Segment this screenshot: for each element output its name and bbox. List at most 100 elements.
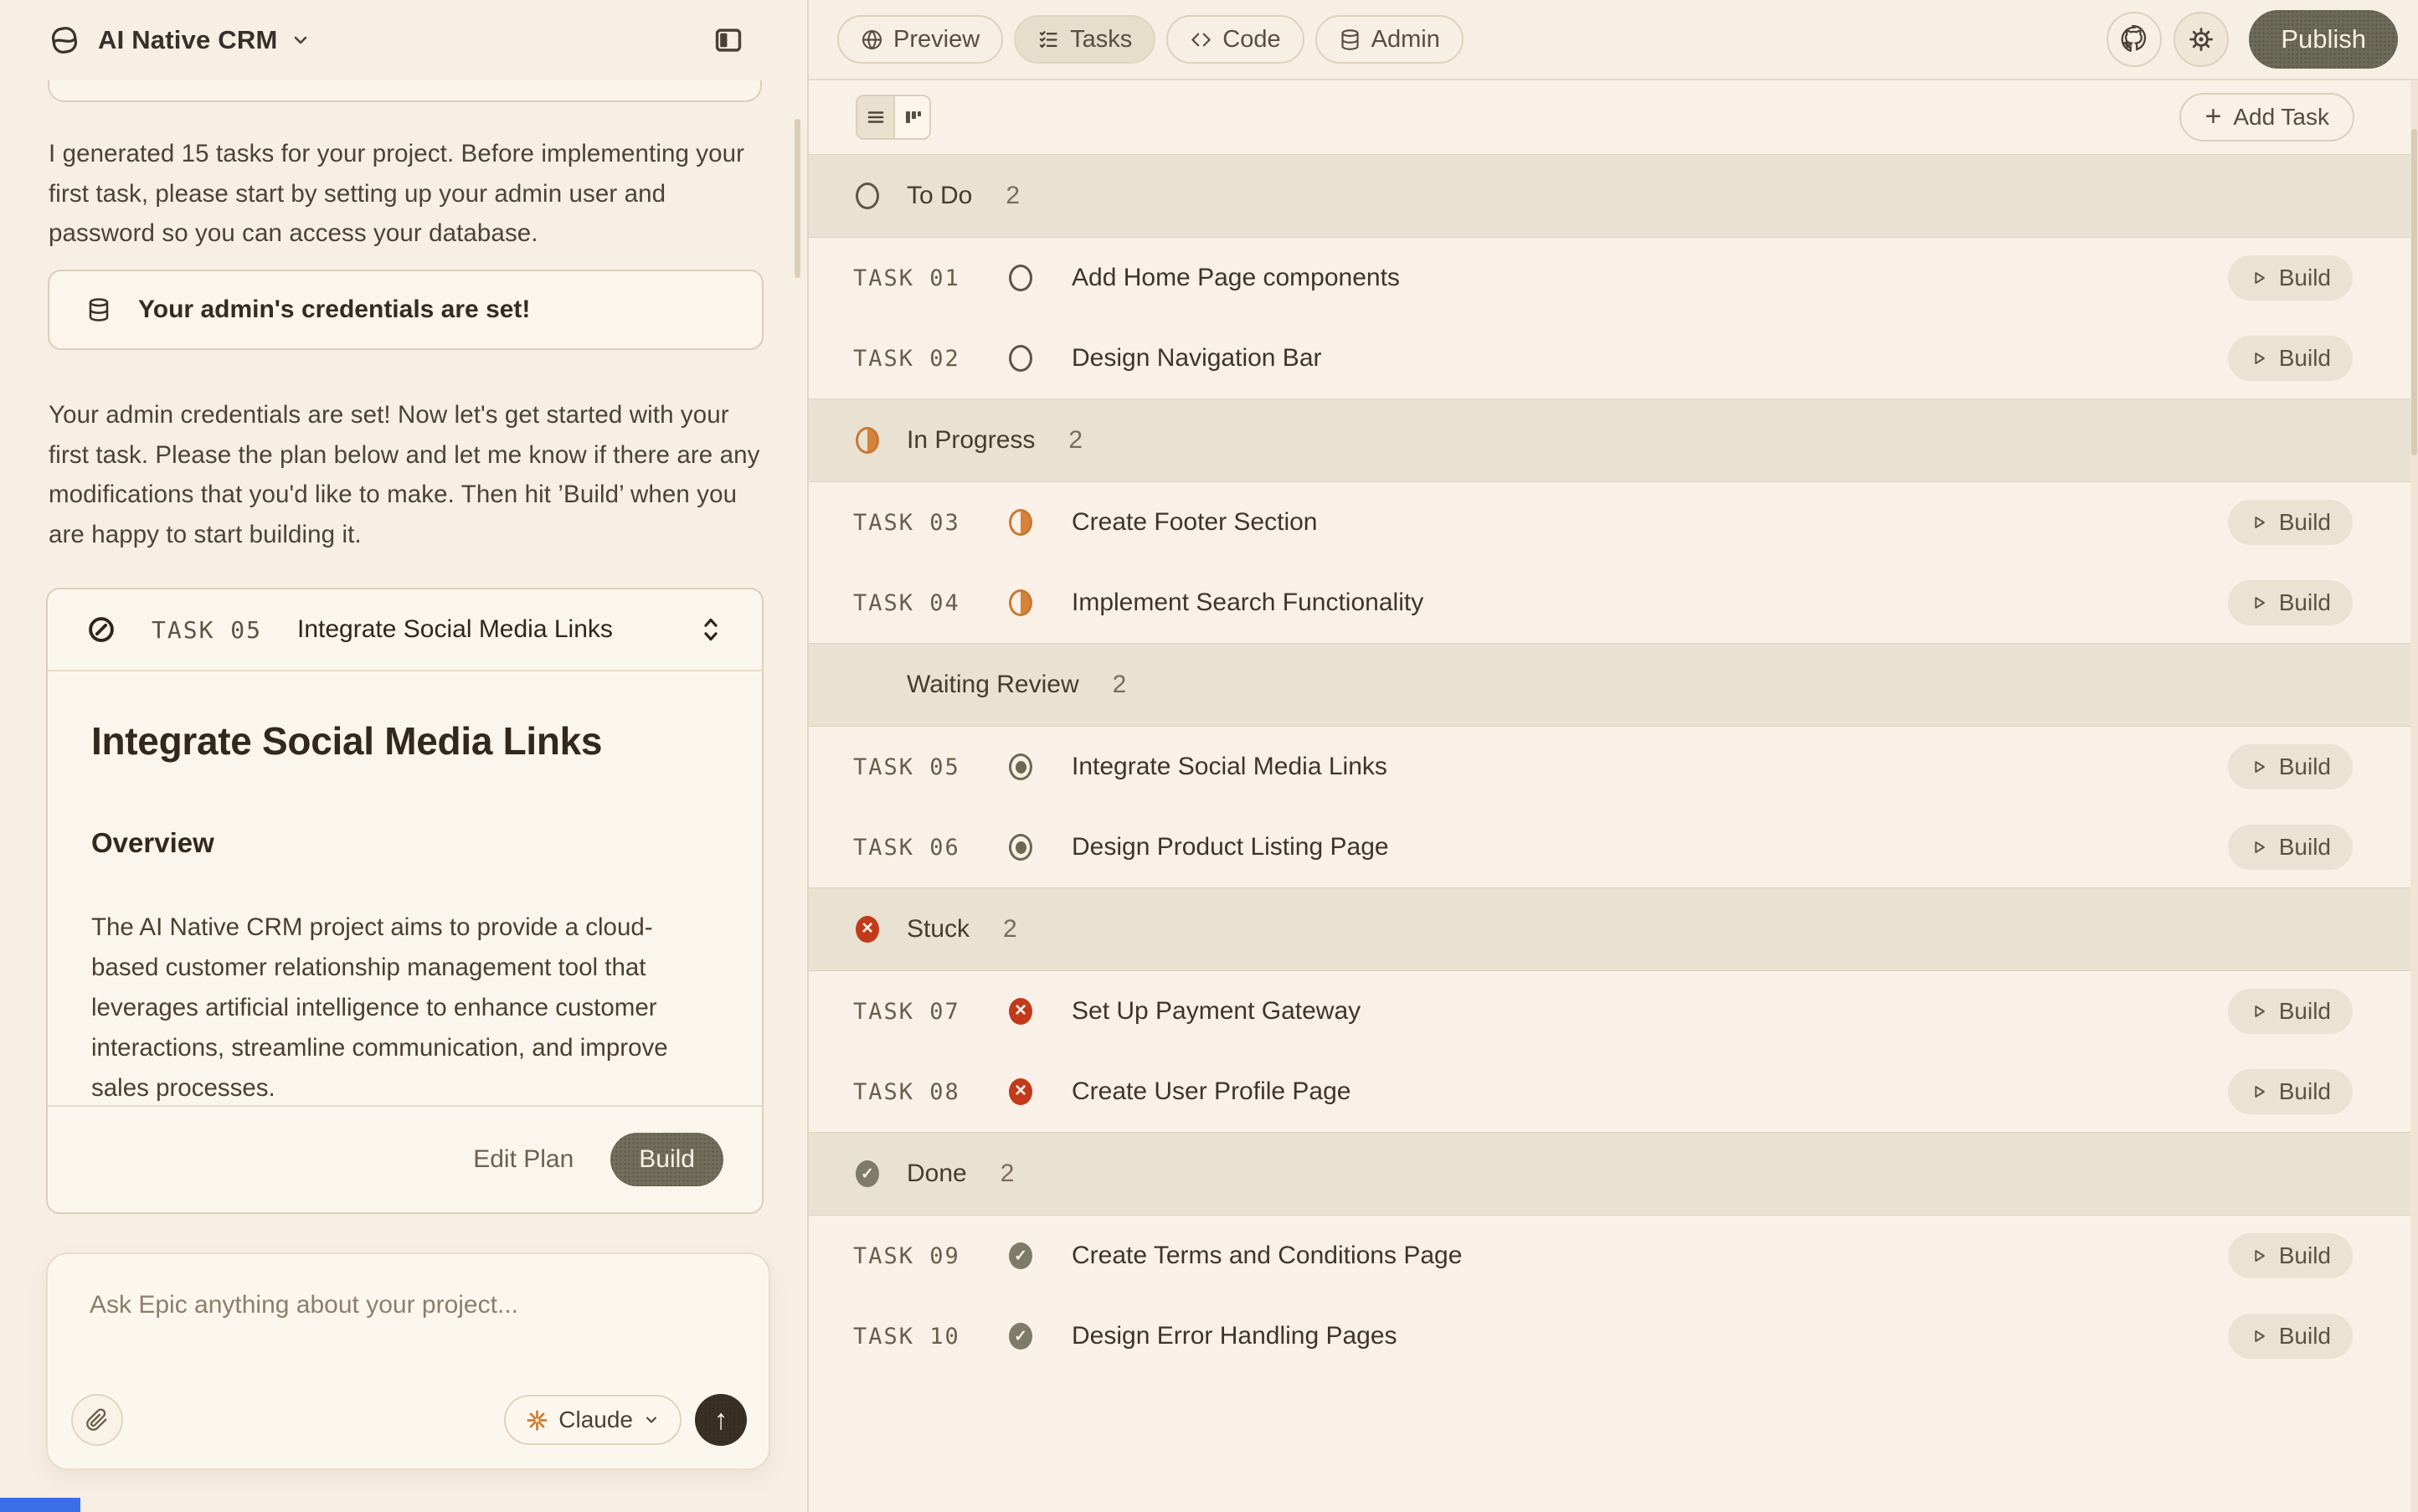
credentials-banner-text: Your admin's credentials are set! — [138, 296, 530, 324]
section-header[interactable]: Done 2 — [809, 1132, 2418, 1216]
collapse-sidebar-button[interactable] — [708, 20, 749, 60]
task-row[interactable]: TASK 04 Implement Search Functionality B… — [809, 563, 2418, 643]
play-icon — [2250, 758, 2268, 776]
section-header[interactable]: Waiting Review 2 — [809, 643, 2418, 727]
chat-input-box[interactable]: Ask Epic anything about your project... — [46, 1252, 770, 1470]
task-id: TASK 07 — [853, 999, 1009, 1025]
task-build-button[interactable]: Build — [2228, 255, 2353, 301]
task-row[interactable]: TASK 10 Design Error Handling Pages Buil… — [809, 1296, 2418, 1376]
publish-button[interactable]: Publish — [2249, 10, 2398, 69]
settings-button[interactable] — [2174, 12, 2229, 67]
tab-admin[interactable]: Admin — [1315, 15, 1464, 64]
code-icon — [1190, 28, 1212, 51]
task-build-button[interactable]: Build — [2228, 580, 2353, 625]
task-status-icon — [1009, 345, 1032, 372]
task-build-button[interactable]: Build — [2228, 1069, 2353, 1114]
build-plan-button[interactable]: Build — [610, 1133, 723, 1186]
tab-label: Admin — [1371, 26, 1440, 54]
task-build-button[interactable]: Build — [2228, 500, 2353, 545]
task-id: TASK 09 — [853, 1243, 1009, 1269]
play-icon — [2250, 1247, 2268, 1265]
top-navigation-bar: Preview Tasks — [809, 0, 2418, 80]
task-row[interactable]: TASK 03 Create Footer Section Build — [809, 482, 2418, 563]
kanban-view-button[interactable] — [893, 96, 929, 138]
claude-starburst-icon — [526, 1409, 548, 1432]
tab-code[interactable]: Code — [1166, 15, 1304, 64]
model-selector[interactable]: Claude — [504, 1395, 682, 1445]
left-panel-scrollbar[interactable] — [795, 119, 800, 278]
task-status-icon — [1009, 753, 1032, 780]
list-view-icon — [866, 107, 886, 127]
plan-task-title: Integrate Social Media Links — [297, 615, 613, 644]
section-header[interactable]: To Do 2 — [809, 154, 2418, 238]
task-status-icon — [1009, 1078, 1032, 1105]
plan-task-id: TASK 05 — [152, 616, 262, 644]
database-icon — [1339, 28, 1361, 51]
section-label: Stuck — [907, 915, 970, 944]
section-header[interactable]: Stuck 2 — [809, 887, 2418, 971]
section-count: 2 — [1006, 182, 1020, 210]
section-status-icon — [856, 183, 879, 209]
section-count: 2 — [1113, 671, 1127, 699]
task-build-button[interactable]: Build — [2228, 744, 2353, 789]
task-id: TASK 02 — [853, 346, 1009, 372]
task-row[interactable]: TASK 09 Create Terms and Conditions Page… — [809, 1216, 2418, 1296]
database-icon — [86, 297, 111, 322]
task-title: Design Navigation Bar — [1072, 344, 1322, 373]
chat-input-controls: Claude ↑ — [71, 1393, 747, 1447]
credentials-banner: Your admin's credentials are set! — [48, 270, 764, 350]
task-row[interactable]: TASK 05 Integrate Social Media Links Bui… — [809, 727, 2418, 807]
scrollbar-thumb[interactable] — [2411, 129, 2417, 455]
task-title: Create User Profile Page — [1072, 1077, 1351, 1106]
task-status-icon — [1009, 998, 1032, 1025]
add-task-button[interactable]: + Add Task — [2179, 93, 2354, 141]
attach-file-button[interactable] — [71, 1394, 123, 1446]
edit-plan-button[interactable]: Edit Plan — [473, 1145, 574, 1174]
build-label: Build — [2279, 345, 2331, 372]
task-id: TASK 04 — [853, 590, 1009, 616]
github-button[interactable] — [2107, 12, 2162, 67]
tab-preview[interactable]: Preview — [837, 15, 1003, 64]
section-label: In Progress — [907, 426, 1035, 455]
task-build-button[interactable]: Build — [2228, 825, 2353, 870]
task-build-button[interactable]: Build — [2228, 336, 2353, 381]
task-row[interactable]: TASK 07 Set Up Payment Gateway Build — [809, 971, 2418, 1052]
chevron-down-icon — [643, 1412, 660, 1428]
build-label: Build — [2279, 265, 2331, 291]
tab-label: Code — [1222, 26, 1280, 54]
play-icon — [2250, 269, 2268, 287]
task-build-button[interactable]: Build — [2228, 1233, 2353, 1278]
expand-collapse-icon[interactable] — [698, 615, 723, 644]
plan-overview-text: The AI Native CRM project aims to provid… — [91, 908, 711, 1108]
chat-panel: AI Native CRM I generated 15 tasks for y… — [0, 0, 809, 1512]
play-icon — [2250, 838, 2268, 856]
task-sections-list: To Do 2 TASK 01 Add Home Page components… — [809, 154, 2418, 1376]
arrow-up-icon: ↑ — [714, 1406, 728, 1434]
right-panel-scrollbar[interactable] — [2410, 80, 2418, 1512]
task-row[interactable]: TASK 08 Create User Profile Page Build — [809, 1052, 2418, 1132]
project-menu-chevron-icon[interactable] — [291, 30, 311, 50]
chat-input-placeholder: Ask Epic anything about your project... — [90, 1291, 518, 1319]
tab-tasks[interactable]: Tasks — [1014, 15, 1155, 64]
list-view-button[interactable] — [857, 96, 893, 138]
bottom-blue-strip — [0, 1498, 80, 1512]
play-icon — [2250, 1083, 2268, 1101]
section-count: 2 — [1003, 915, 1017, 944]
task-row[interactable]: TASK 01 Add Home Page components Build — [809, 238, 2418, 318]
plan-card-header[interactable]: TASK 05 Integrate Social Media Links — [48, 589, 762, 671]
task-title: Integrate Social Media Links — [1072, 753, 1387, 781]
section-status-icon — [856, 916, 879, 943]
send-message-button[interactable]: ↑ — [695, 1394, 747, 1446]
app-logo-icon — [48, 23, 81, 57]
task-row[interactable]: TASK 02 Design Navigation Bar Build — [809, 318, 2418, 399]
task-row[interactable]: TASK 06 Design Product Listing Page Buil… — [809, 807, 2418, 887]
tasks-toolbar: + Add Task — [809, 80, 2418, 154]
task-id: TASK 10 — [853, 1324, 1009, 1350]
section-header[interactable]: In Progress 2 — [809, 399, 2418, 482]
build-label: Build — [2279, 1323, 2331, 1350]
task-build-button[interactable]: Build — [2228, 1314, 2353, 1359]
task-build-button[interactable]: Build — [2228, 989, 2353, 1034]
task-title: Design Product Listing Page — [1072, 833, 1389, 861]
task-status-icon — [1009, 509, 1032, 536]
task-id: TASK 06 — [853, 835, 1009, 861]
